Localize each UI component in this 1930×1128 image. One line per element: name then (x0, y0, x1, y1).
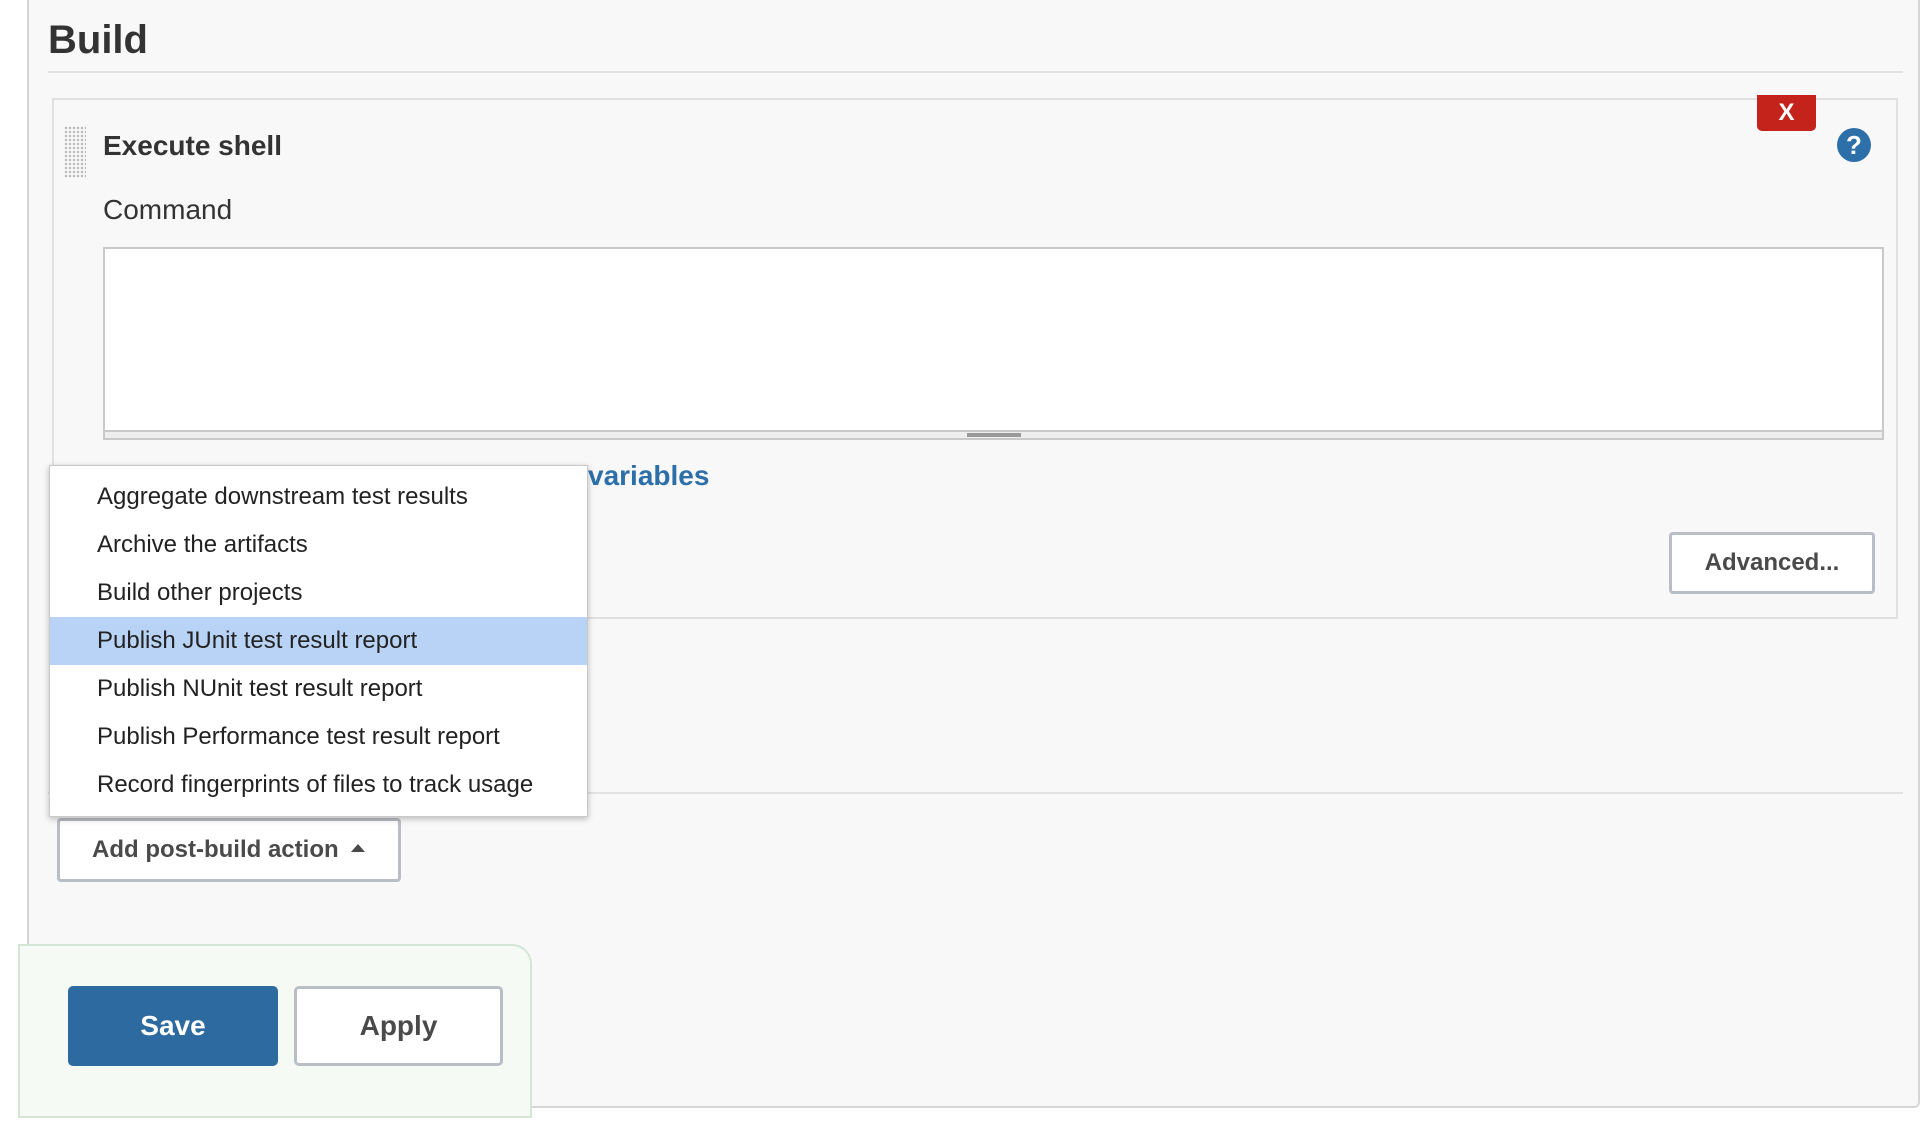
menu-item[interactable]: Build other projects (50, 569, 587, 617)
caret-up-icon (350, 843, 365, 852)
command-textarea[interactable] (103, 247, 1884, 440)
build-step-title: Execute shell (103, 130, 282, 161)
resize-grip-icon (967, 433, 1021, 437)
env-variables-link[interactable]: variables (588, 460, 709, 492)
add-post-build-label: Add post-build action (92, 836, 339, 863)
menu-item[interactable]: Publish Performance test result report (50, 713, 587, 761)
menu-item[interactable]: Publish NUnit test result report (50, 665, 587, 713)
save-button[interactable]: Save (68, 986, 278, 1066)
help-icon[interactable]: ? (1837, 128, 1871, 162)
menu-item[interactable]: Archive the artifacts (50, 521, 587, 569)
menu-item[interactable]: Aggregate downstream test results (50, 473, 587, 521)
section-title: Build (48, 18, 148, 62)
add-post-build-action-button[interactable]: Add post-build action (57, 818, 401, 882)
drag-handle-icon[interactable] (64, 126, 86, 178)
menu-item[interactable]: Publish JUnit test result report (50, 617, 587, 665)
apply-button[interactable]: Apply (294, 986, 503, 1066)
post-build-action-menu: Aggregate downstream test results Archive… (49, 465, 588, 817)
delete-step-button[interactable]: X (1757, 95, 1816, 131)
command-label: Command (103, 194, 233, 225)
menu-item[interactable]: Record fingerprints of files to track us… (50, 761, 587, 809)
section-divider (48, 71, 1903, 73)
advanced-button[interactable]: Advanced... (1669, 532, 1875, 594)
textarea-resize-handle[interactable] (103, 430, 1884, 440)
job-config-page: Build Execute shell X ? Command variable… (0, 0, 1930, 1128)
